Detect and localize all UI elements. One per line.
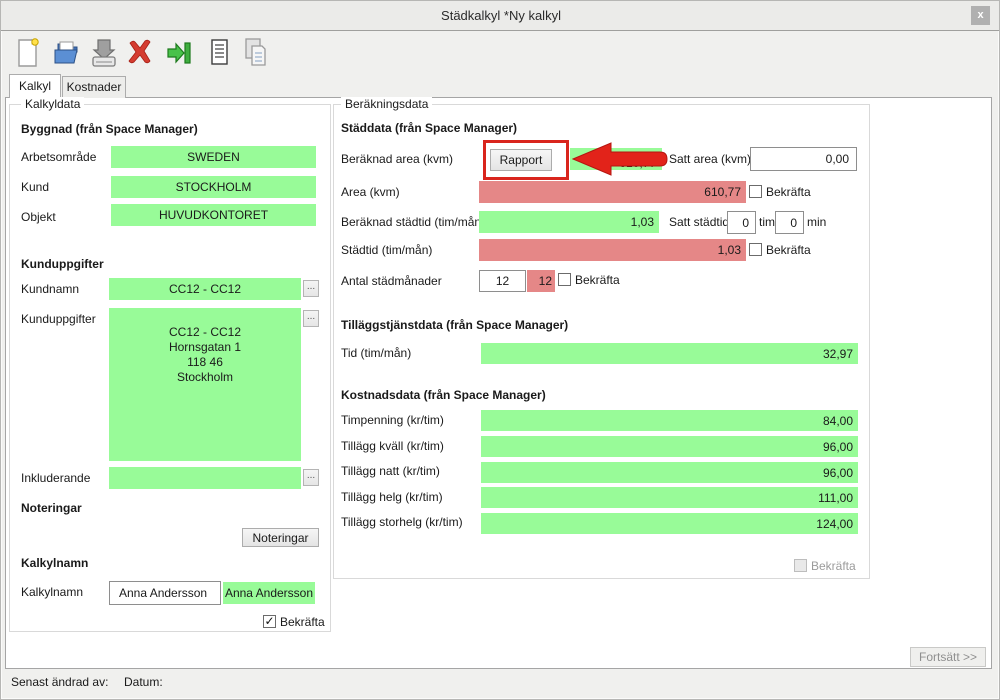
new-document-icon xyxy=(18,38,39,67)
fortsatt-button[interactable]: Fortsätt >> xyxy=(910,647,986,667)
antal-bekrafta-label: Bekräfta xyxy=(575,273,620,287)
tillagg-storhelg-label: Tillägg storhelg (kr/tim) xyxy=(341,515,463,529)
kalkyldata-group-label: Kalkyldata xyxy=(21,97,85,111)
satt-stadtid-label: Satt städtid xyxy=(669,215,730,229)
report-button[interactable] xyxy=(204,36,234,70)
open-folder-icon xyxy=(54,41,78,64)
delete-button[interactable] xyxy=(125,36,155,70)
tillagg-helg-label: Tillägg helg (kr/tim) xyxy=(341,490,443,504)
timpenning-value: 84,00 xyxy=(481,410,858,431)
tillagg-storhelg-value: 124,00 xyxy=(481,513,858,534)
kalkylnamn-confirmed-value: Anna Andersson xyxy=(223,582,315,604)
import-button[interactable] xyxy=(164,36,194,70)
kostnadsdata-heading: Kostnadsdata (från Space Manager) xyxy=(341,388,546,402)
kalkylnamn-label: Kalkylnamn xyxy=(21,585,84,599)
area-bekrafta-label: Bekräfta xyxy=(766,185,811,199)
senast-andrad-label: Senast ändrad av: xyxy=(11,675,109,689)
beraknad-stadtid-label: Beräknad städtid (tim/mån) xyxy=(341,215,486,229)
satt-stadtid-min-input[interactable]: 0 xyxy=(775,211,804,234)
kunduppgifter-heading: Kunduppgifter xyxy=(21,257,104,271)
tillagg-natt-value: 96,00 xyxy=(481,462,858,483)
tillagg-helg-value: 111,00 xyxy=(481,487,858,508)
kundnamn-value: CC12 - CC12 xyxy=(109,278,301,300)
datum-label: Datum: xyxy=(124,675,163,689)
antal-stadmanader-input[interactable]: 12 xyxy=(479,270,526,292)
area-value: 610,77 xyxy=(479,181,746,203)
beraknad-stadtid-value: 1,03 xyxy=(479,211,659,233)
tid-label: Tid (tim/mån) xyxy=(341,346,412,360)
stadtid-bekrafta-checkbox[interactable] xyxy=(749,243,762,256)
kunduppgifter-address: CC12 - CC12 Hornsgatan 1 118 46 Stockhol… xyxy=(109,308,301,461)
tillagg-kvall-label: Tillägg kväll (kr/tim) xyxy=(341,439,444,453)
title-bar: Städkalkyl *Ny kalkyl x xyxy=(1,1,999,31)
open-button[interactable] xyxy=(51,36,81,70)
tillagg-kvall-value: 96,00 xyxy=(481,436,858,457)
save-button[interactable] xyxy=(89,36,119,70)
stadtid-bekrafta-label: Bekräfta xyxy=(766,243,811,257)
staddata-heading: Städdata (från Space Manager) xyxy=(341,121,518,135)
area-bekrafta-checkbox[interactable] xyxy=(749,185,762,198)
arbetsomrade-label: Arbetsområde xyxy=(21,150,97,164)
copy-button[interactable] xyxy=(241,36,271,70)
annotation-highlight-rect xyxy=(483,140,569,180)
kunduppgifter-browse-button[interactable]: ... xyxy=(303,310,319,327)
tim-label: tim xyxy=(759,215,775,229)
area-label: Area (kvm) xyxy=(341,185,400,199)
tid-value: 32,97 xyxy=(481,343,858,364)
antal-stadmanader-value: 12 xyxy=(527,270,555,292)
satt-area-input[interactable]: 0,00 xyxy=(750,147,857,171)
noteringar-heading: Noteringar xyxy=(21,501,82,515)
address-line: Hornsgatan 1 xyxy=(168,340,242,354)
inkluderande-value xyxy=(109,467,301,489)
timpenning-label: Timpenning (kr/tim) xyxy=(341,413,444,427)
kund-value: STOCKHOLM xyxy=(111,176,316,198)
tillagg-natt-label: Tillägg natt (kr/tim) xyxy=(341,464,440,478)
kundnamn-browse-button[interactable]: ... xyxy=(303,280,319,297)
kunduppgifter-label: Kunduppgifter xyxy=(21,312,96,326)
tillaggstjanstdata-heading: Tilläggstjänstdata (från Space Manager) xyxy=(341,318,569,332)
objekt-label: Objekt xyxy=(21,210,56,224)
group-bekrafta-label: Bekräfta xyxy=(811,559,856,573)
report-icon xyxy=(211,39,228,65)
stadtid-value: 1,03 xyxy=(479,239,746,261)
beraknad-area-label: Beräknad area (kvm) xyxy=(341,152,454,166)
close-button[interactable]: x xyxy=(971,6,990,25)
arbetsomrade-value: SWEDEN xyxy=(111,146,316,168)
stadtid-label: Städtid (tim/mån) xyxy=(341,243,433,257)
antal-bekrafta-checkbox[interactable] xyxy=(558,273,571,286)
group-bekrafta-checkbox[interactable] xyxy=(794,559,807,572)
inkluderande-browse-button[interactable]: ... xyxy=(303,469,319,486)
byggnad-heading: Byggnad (från Space Manager) xyxy=(21,122,198,136)
tab-kostnader[interactable]: Kostnader xyxy=(62,76,126,98)
kalkylnamn-heading: Kalkylnamn xyxy=(21,556,89,570)
new-document-button[interactable] xyxy=(13,36,43,70)
kalkylnamn-bekrafta-label: Bekräfta xyxy=(280,615,325,629)
address-line: Stockholm xyxy=(176,370,234,384)
save-icon xyxy=(92,39,116,67)
kund-label: Kund xyxy=(21,180,50,194)
copy-icon xyxy=(245,38,266,66)
min-label: min xyxy=(807,215,827,229)
berakningsdata-group-label: Beräkningsdata xyxy=(341,97,433,111)
address-line: 118 46 xyxy=(187,355,223,369)
kalkylnamn-bekrafta-checkbox[interactable]: ✓ xyxy=(263,615,276,628)
antal-stadmanader-label: Antal städmånader xyxy=(341,274,442,288)
objekt-value: HUVUDKONTORET xyxy=(111,204,316,226)
kundnamn-label: Kundnamn xyxy=(21,282,80,296)
noteringar-button[interactable]: Noteringar xyxy=(242,528,319,547)
annotation-arrow-icon xyxy=(572,142,668,176)
kalkylnamn-input[interactable]: Anna Andersson xyxy=(109,581,221,605)
window-title: Städkalkyl *Ny kalkyl xyxy=(441,8,561,23)
satt-area-label: Satt area (kvm) xyxy=(669,152,752,166)
app-window: Städkalkyl *Ny kalkyl x Kalkyl Kostnader… xyxy=(0,0,1000,700)
import-icon xyxy=(167,42,191,64)
delete-icon xyxy=(128,39,151,64)
tab-kalkyl[interactable]: Kalkyl xyxy=(9,74,61,98)
satt-stadtid-tim-input[interactable]: 0 xyxy=(727,211,756,234)
address-line: CC12 - CC12 xyxy=(168,325,242,339)
inkluderande-label: Inkluderande xyxy=(21,471,91,485)
